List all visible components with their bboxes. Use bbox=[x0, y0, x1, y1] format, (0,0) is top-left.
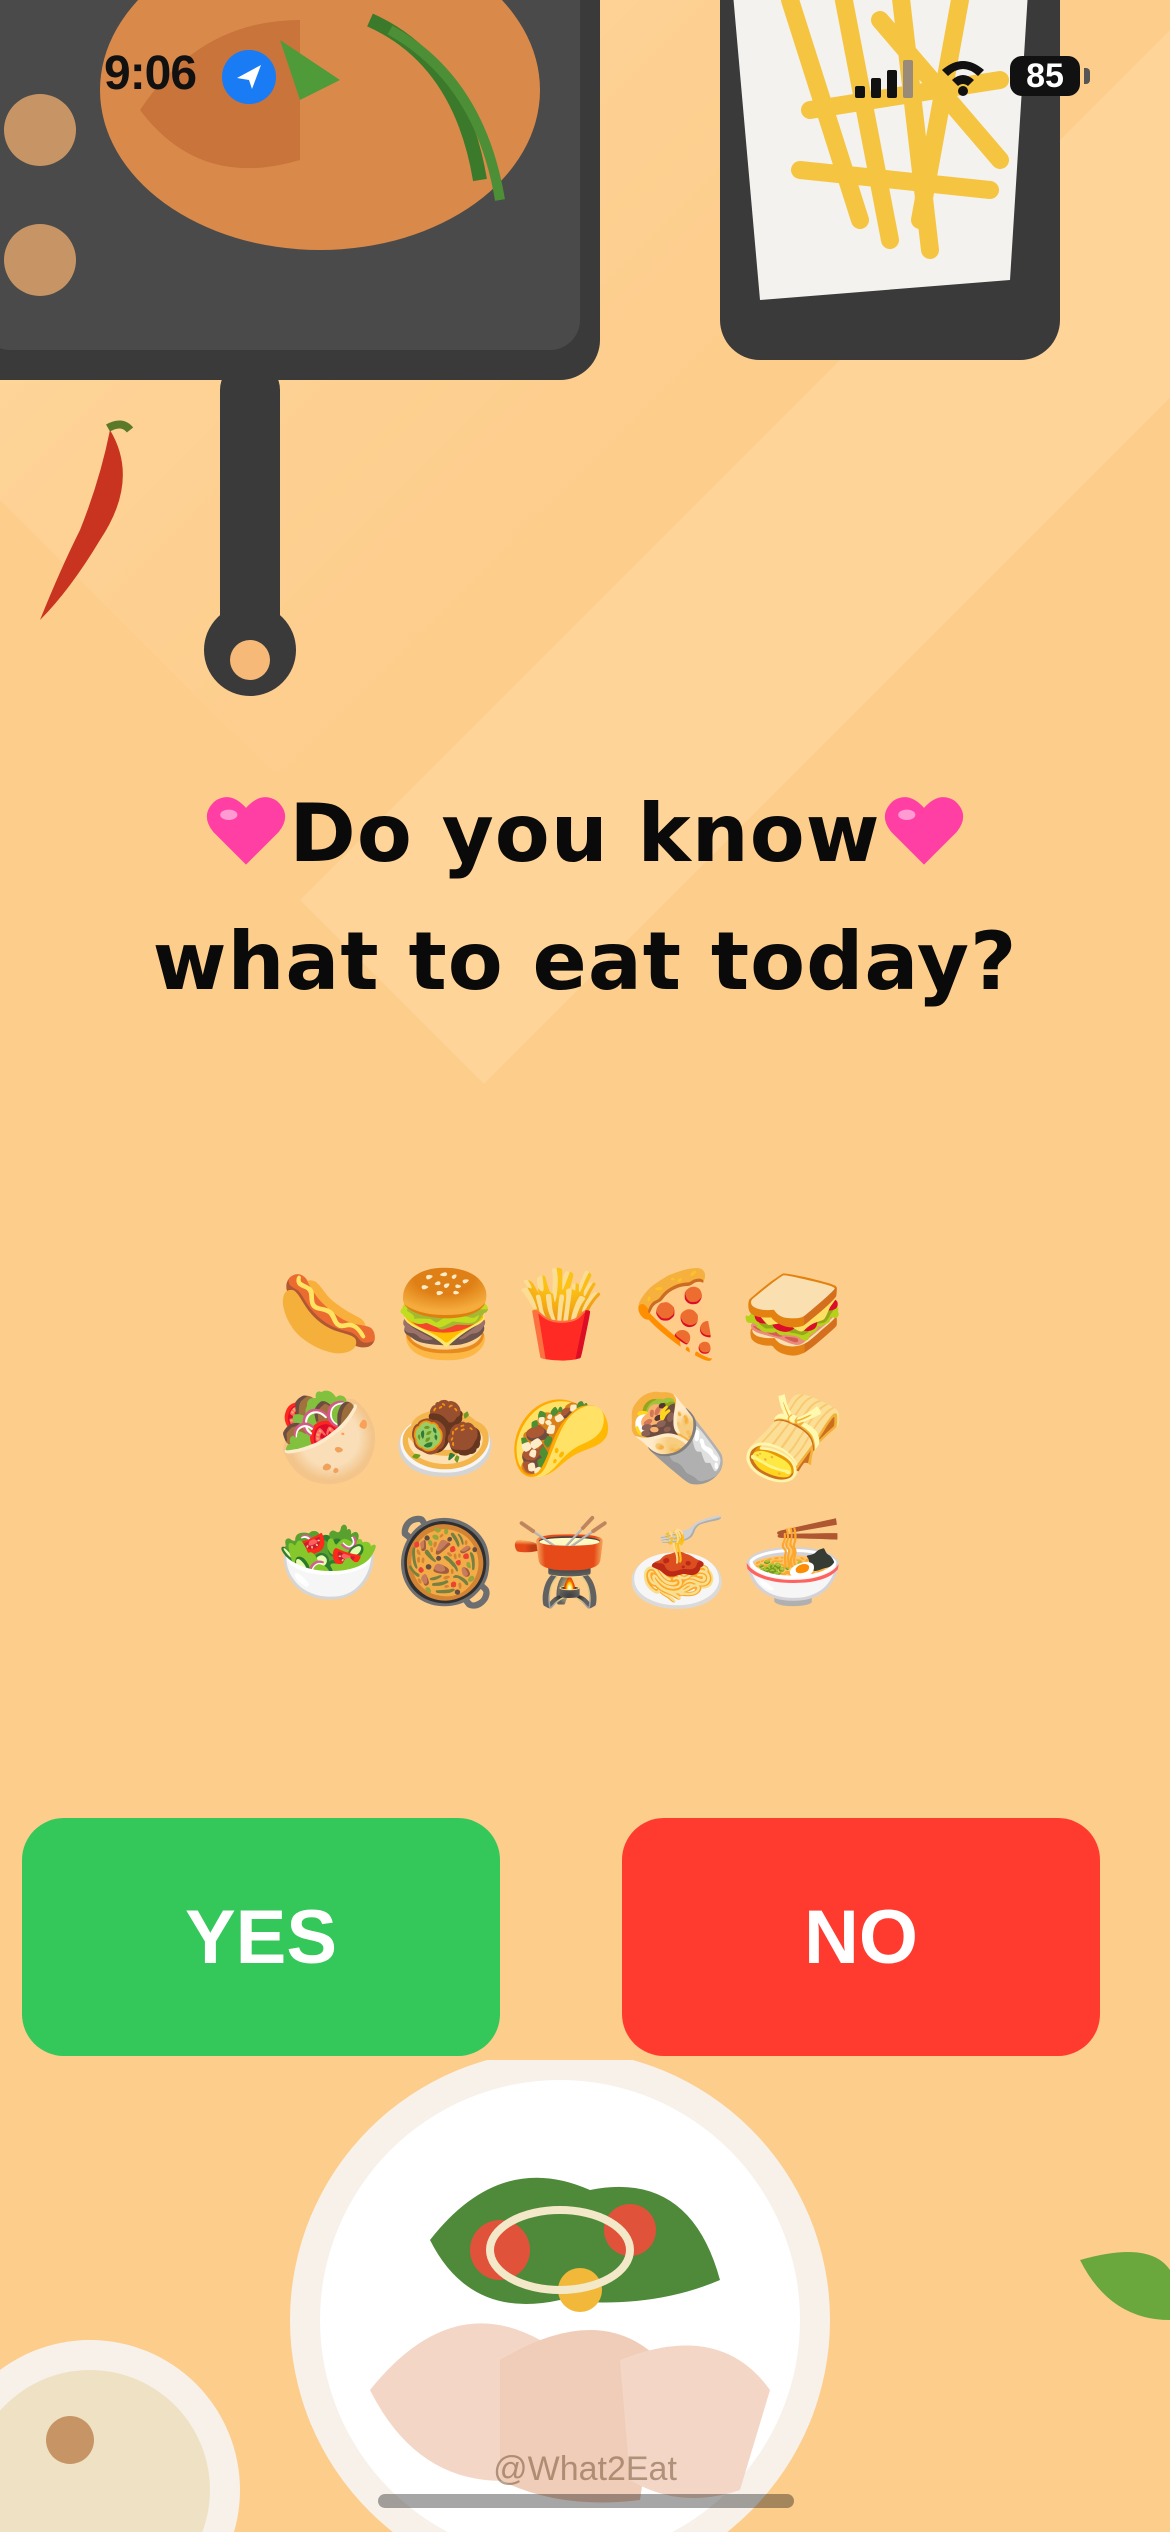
sandwich-icon: 🥪 bbox=[740, 1265, 846, 1363]
spaghetti-icon: 🍝 bbox=[624, 1513, 730, 1611]
heading-line-2: what to eat today? bbox=[152, 915, 1018, 1008]
tamale-icon: 🫔 bbox=[740, 1389, 846, 1487]
pink-heart-icon bbox=[884, 797, 963, 865]
stuffed-flatbread-icon: 🥙 bbox=[276, 1389, 382, 1487]
hamburger-icon: 🍔 bbox=[392, 1265, 498, 1363]
battery-cap bbox=[1084, 68, 1090, 84]
heading-line-1-text: Do you know bbox=[289, 787, 881, 880]
no-button[interactable]: NO bbox=[622, 1818, 1100, 2056]
hot-dog-icon: 🌭 bbox=[276, 1265, 382, 1363]
burrito-icon: 🌯 bbox=[624, 1389, 730, 1487]
signal-bars-icon bbox=[855, 60, 913, 98]
pizza-icon: 🍕 bbox=[624, 1265, 730, 1363]
status-bar: 9:06 85 bbox=[0, 0, 1170, 150]
french-fries-icon: 🍟 bbox=[508, 1265, 614, 1363]
pan-handle-illustration bbox=[204, 360, 296, 696]
question-heading: Do you know what to eat today? bbox=[60, 770, 1110, 1026]
home-indicator[interactable] bbox=[378, 2494, 794, 2508]
location-arrow-icon bbox=[222, 50, 276, 104]
food-emoji-grid: 🌭 🍔 🍟 🍕 🥪 🥙 🧆 🌮 🌯 🫔 🥗 🥘 🫕 🍝 🍜 bbox=[275, 1260, 855, 1616]
green-salad-icon: 🥗 bbox=[276, 1513, 382, 1611]
falafel-icon: 🧆 bbox=[392, 1389, 498, 1487]
shallow-pan-of-food-icon: 🥘 bbox=[392, 1513, 498, 1611]
taco-icon: 🌮 bbox=[508, 1389, 614, 1487]
fondue-icon: 🫕 bbox=[508, 1513, 614, 1611]
watermark: @What2Eat bbox=[493, 2450, 677, 2488]
chili-pepper-illustration bbox=[40, 420, 134, 620]
battery-level: 85 bbox=[1010, 56, 1080, 96]
yes-button[interactable]: YES bbox=[22, 1818, 500, 2056]
wifi-icon bbox=[942, 61, 984, 96]
heading-line-1: Do you know bbox=[60, 770, 1110, 898]
steaming-bowl-icon: 🍜 bbox=[740, 1513, 846, 1611]
pink-heart-icon bbox=[207, 797, 286, 865]
status-time: 9:06 bbox=[104, 47, 197, 100]
